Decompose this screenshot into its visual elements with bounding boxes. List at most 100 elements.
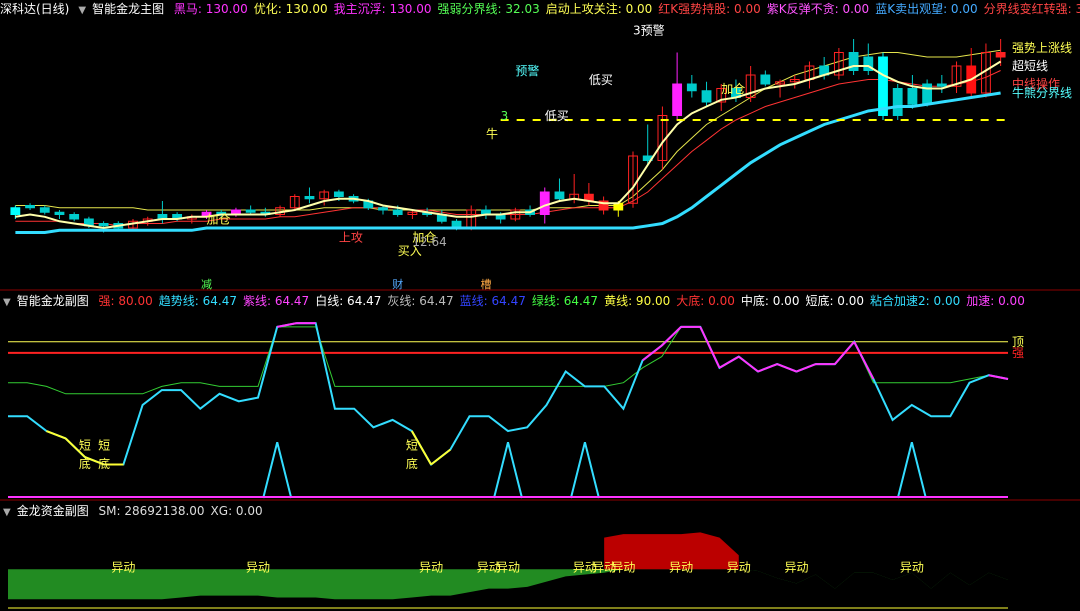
right-line-label: 牛熊分界线 <box>1012 85 1072 100</box>
candle-body <box>451 220 462 229</box>
sub1-green-line <box>8 326 1009 395</box>
sub1-bottom-label: 短 <box>98 439 110 453</box>
collapse-triangle-icon[interactable]: ▼ <box>78 2 86 18</box>
collapse-triangle-icon[interactable]: ▼ <box>3 504 11 520</box>
sub1-bottom-label: 底 <box>98 456 110 471</box>
sub2-indicator-values: SM: 28692138.00 XG: 0.00 <box>99 504 269 518</box>
candle-body <box>672 83 683 116</box>
main-value-5: 红K强势持股: 0.00 <box>658 2 761 16</box>
sub1-yellow-segment <box>84 456 105 466</box>
sub1-purple-segment <box>738 355 759 373</box>
candle-body <box>69 214 80 220</box>
sub1-value-9: 中底: 0.00 <box>740 294 800 308</box>
candle-body <box>25 205 35 209</box>
main-annotation: 加仓 <box>412 231 436 245</box>
sub1-purple-segment <box>757 363 778 373</box>
sub2-signal-label: 异动 <box>611 560 635 574</box>
candle-body <box>951 65 962 87</box>
candle-body <box>481 209 491 215</box>
sub2-value-1: XG: 0.00 <box>210 504 263 518</box>
main-chart-header: 深科达(日线) ▼ 智能金龙主图 黑马: 130.00 优化: 130.00 我主沉浮:… <box>0 0 1080 18</box>
candle-body <box>936 83 947 87</box>
sub1-purple-segment <box>834 341 855 365</box>
security-name[interactable]: 深科达(日线) <box>0 2 69 16</box>
candle-body <box>775 81 785 85</box>
sub1-indicator-title[interactable]: 智能金龙副图 <box>17 294 89 308</box>
sub1-value-2: 紫线: 64.47 <box>242 294 310 308</box>
candle-body <box>245 209 256 213</box>
collapse-triangle-icon[interactable]: ▼ <box>3 294 11 310</box>
line-strong-rise <box>15 49 1001 211</box>
main-value-0: 黑马: 130.00 <box>173 2 248 16</box>
main-annotation: 12.64 <box>412 235 446 249</box>
candle-body <box>878 56 888 116</box>
candle-body <box>510 209 521 220</box>
sub1-yellow-segment <box>410 430 432 466</box>
sub1-value-12: 加速: 0.00 <box>966 294 1025 308</box>
sub1-label-strong: 强 <box>1012 346 1024 360</box>
candle-body <box>819 65 830 76</box>
candle-body <box>701 90 712 103</box>
sub2-signal-label: 异动 <box>111 560 135 574</box>
main-annotation: 牛 <box>486 126 498 141</box>
candle-body <box>39 207 50 213</box>
main-annotation: 3 <box>501 109 509 123</box>
sub1-value-7: 黄线: 90.00 <box>604 294 671 308</box>
sub2-value-0: SM: 28692138.00 <box>98 504 205 518</box>
period-marker: 财 <box>392 277 403 291</box>
candle-body <box>760 74 771 85</box>
sub2-indicator-title[interactable]: 金龙资金副图 <box>17 504 89 518</box>
sub2-dark-band <box>8 569 1008 608</box>
candle-body <box>966 65 977 94</box>
sub1-chart-header: ▼ 智能金龙副图 强: 80.00 趋势线: 64.47 紫线: 64.47 白线: 6… <box>0 292 1080 310</box>
candle-body <box>275 207 285 215</box>
main-annotation: 上攻 <box>339 231 363 245</box>
candle-body <box>10 207 21 215</box>
main-indicator-values: 黑马: 130.00 优化: 130.00 我主沉浮: 130.00 强弱分界线: 3… <box>174 2 1080 16</box>
sub2-signal-label: 异动 <box>477 560 501 574</box>
candle-body <box>613 202 624 211</box>
candle-body <box>216 211 227 215</box>
candle-body <box>466 209 477 229</box>
candle-body <box>186 216 197 220</box>
sub1-purple-segment <box>853 341 875 380</box>
candle-body <box>436 214 447 222</box>
sub1-spike <box>569 441 600 499</box>
sub1-value-6: 绿线: 64.47 <box>531 294 599 308</box>
sub1-yellow-segment <box>430 448 451 466</box>
candle-body <box>922 83 933 105</box>
main-value-4: 启动上攻关注: 0.00 <box>545 2 653 16</box>
sub1-value-0: 强: 80.00 <box>98 294 153 308</box>
candle-body <box>54 211 65 215</box>
candle-body <box>260 211 271 215</box>
candle-body <box>142 218 153 222</box>
sub1-value-3: 白线: 64.47 <box>315 294 382 308</box>
main-annotation: 低买 <box>589 73 613 87</box>
right-line-label: 中线操作 <box>1012 76 1060 91</box>
candle-body <box>98 223 109 227</box>
sub1-bottom-label: 短 <box>406 439 418 453</box>
candle-body <box>378 207 388 211</box>
candle-body <box>201 211 212 218</box>
main-indicator-title[interactable]: 智能金龙主图 <box>92 2 164 16</box>
sub1-purple-segment <box>796 363 817 373</box>
sub1-value-4: 灰线: 64.47 <box>387 294 454 308</box>
candle-body <box>981 52 991 94</box>
sub2-signal-label: 异动 <box>900 560 924 574</box>
candle-body <box>995 52 1006 58</box>
main-value-7: 蓝K卖出观望: 0.00 <box>875 2 978 16</box>
candle-body <box>716 88 727 103</box>
main-annotation: 3预警 <box>633 23 665 38</box>
candle-body <box>128 220 138 229</box>
main-annotation: 预警 <box>515 63 539 78</box>
candle-body <box>304 196 315 200</box>
sub2-signal-label: 异动 <box>784 560 808 574</box>
main-value-3: 强弱分界线: 32.03 <box>437 2 540 16</box>
candle-body <box>348 196 359 202</box>
sub1-spike <box>493 441 523 499</box>
candle-body <box>289 196 300 209</box>
sub1-value-5: 蓝线: 64.47 <box>459 294 526 308</box>
sub1-spike <box>896 441 927 499</box>
candle-body <box>863 56 874 71</box>
sub1-value-10: 短底: 0.00 <box>805 294 865 308</box>
